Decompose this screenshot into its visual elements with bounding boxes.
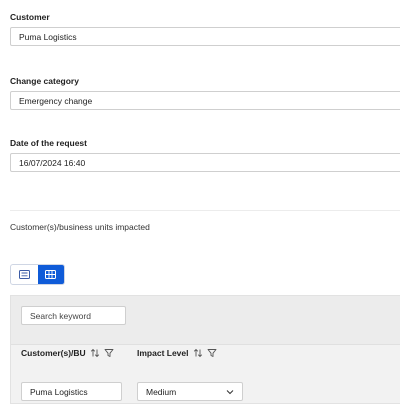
sort-icon[interactable]: [193, 348, 203, 358]
search-input[interactable]: Search keyword: [21, 306, 126, 325]
column-header-impact-level-label: Impact Level: [137, 348, 189, 358]
customer-field[interactable]: Puma Logistics: [10, 27, 400, 46]
column-header-customer-label: Customer(s)/BU: [21, 348, 86, 358]
list-icon: [18, 270, 30, 279]
request-date-field[interactable]: 16/07/2024 16:40: [10, 153, 400, 172]
request-date-label: Date of the request: [10, 138, 87, 148]
grid-view-button[interactable]: [37, 265, 64, 284]
list-view-button[interactable]: [11, 265, 38, 284]
column-header-impact-level: Impact Level: [137, 348, 217, 358]
impact-level-select[interactable]: Medium: [137, 382, 243, 401]
view-toggle: [10, 264, 65, 285]
search-placeholder: Search keyword: [30, 310, 91, 321]
customer-value: Puma Logistics: [19, 31, 77, 42]
request-date-value: 16/07/2024 16:40: [19, 157, 86, 168]
filter-icon[interactable]: [207, 348, 217, 358]
change-category-label: Change category: [10, 76, 79, 86]
sort-icon[interactable]: [90, 348, 100, 358]
row-customer-value: Puma Logistics: [30, 386, 88, 397]
section-divider: [10, 210, 400, 211]
impacted-section-title: Customer(s)/business units impacted: [10, 222, 150, 232]
column-header-customer: Customer(s)/BU: [21, 348, 114, 358]
filter-icon[interactable]: [104, 348, 114, 358]
customer-label: Customer: [10, 12, 50, 22]
row-customer-field[interactable]: Puma Logistics: [21, 382, 122, 401]
change-category-value: Emergency change: [19, 95, 93, 106]
table-toolbar: Search keyword: [11, 296, 400, 345]
impact-level-value: Medium: [146, 386, 177, 397]
chevron-down-icon: [226, 389, 234, 395]
change-category-field[interactable]: Emergency change: [10, 91, 400, 110]
impacted-table-panel: Search keyword Customer(s)/BU Impact Lev…: [10, 295, 400, 404]
grid-icon: [45, 270, 57, 279]
